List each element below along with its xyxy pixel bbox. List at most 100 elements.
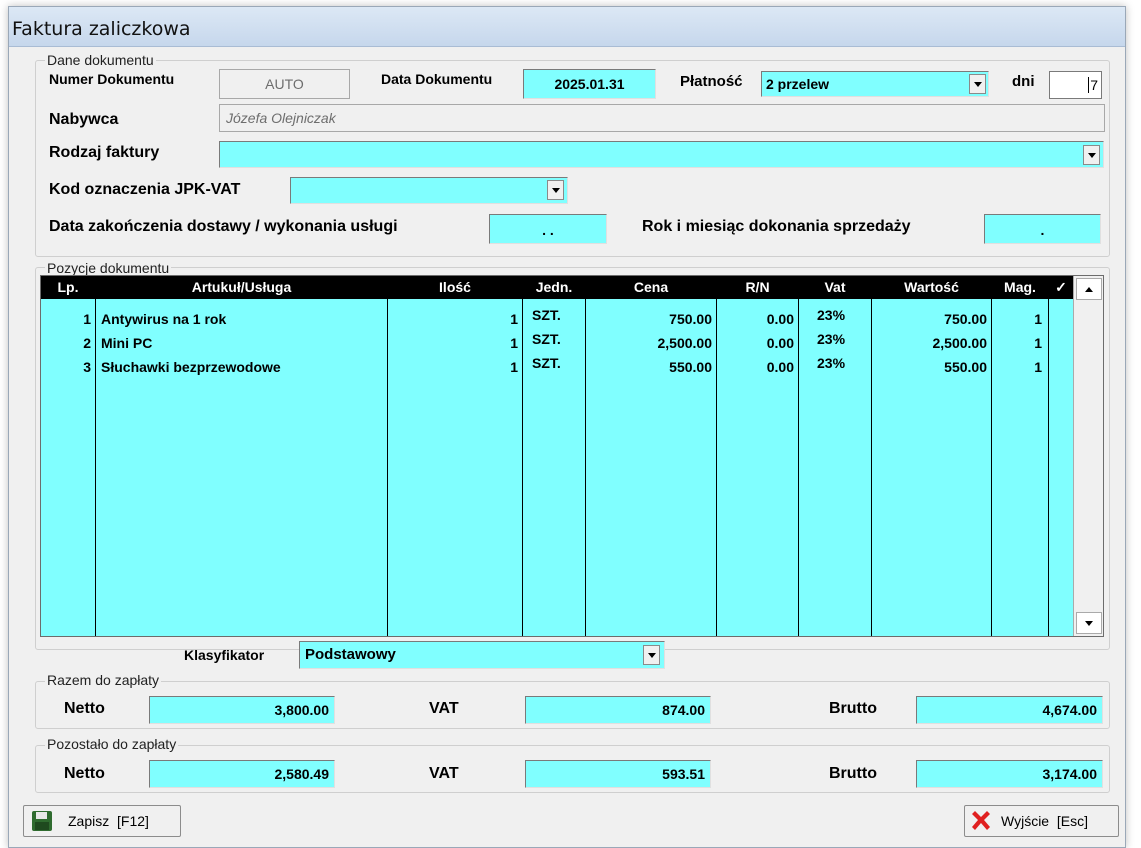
- table-scrollbar[interactable]: [1073, 276, 1103, 636]
- header-jedn[interactable]: Jedn.: [523, 276, 585, 299]
- data-dokumentu-field[interactable]: 2025.01.31: [523, 69, 656, 99]
- row-mag: 1: [1034, 311, 1042, 327]
- klasyfikator-label: Klasyfikator: [184, 647, 265, 663]
- dane-dokumentu-legend: Dane dokumentu: [45, 52, 156, 68]
- chevron-down-icon: [551, 187, 560, 193]
- row-lp: 3: [83, 359, 91, 375]
- klasyfikator-select[interactable]: Podstawowy: [299, 641, 665, 669]
- chevron-up-icon: [1085, 286, 1093, 292]
- positions-table[interactable]: Lp. Artukuł/Usługa Ilość Jedn. Cena R/N …: [40, 275, 1104, 637]
- header-mag-label: Mag.: [1004, 279, 1036, 295]
- row-mag: 1: [1034, 359, 1042, 375]
- header-vat[interactable]: Vat: [799, 276, 871, 299]
- platnosc-label: Płatność: [680, 73, 743, 90]
- header-cena[interactable]: Cena: [586, 276, 716, 299]
- row-artykul: Słuchawki bezprzewodowe: [101, 359, 281, 375]
- row-jedn: SZT.: [532, 307, 561, 323]
- data-zakonczenia-field[interactable]: . .: [489, 214, 607, 244]
- column-divider: [716, 276, 717, 636]
- razem-netto-label: Netto: [64, 700, 105, 717]
- column-divider: [585, 276, 586, 636]
- column-divider: [387, 276, 388, 636]
- row-vat: 23%: [817, 331, 846, 347]
- pozostalo-vat-value: 593.51: [662, 766, 705, 782]
- nabywca-label: Nabywca: [49, 111, 119, 128]
- row-rn: 0.00: [766, 359, 794, 375]
- row-jedn: SZT.: [532, 355, 561, 371]
- header-mag[interactable]: Mag.: [992, 276, 1048, 299]
- scroll-up-button[interactable]: [1076, 278, 1102, 300]
- header-artykul[interactable]: Artukuł/Usługa: [96, 276, 387, 299]
- row-artykul: Antywirus na 1 rok: [101, 311, 227, 327]
- header-ilosc-label: Ilość: [439, 279, 471, 295]
- header-artykul-label: Artukuł/Usługa: [191, 279, 292, 295]
- header-rn[interactable]: R/N: [717, 276, 798, 299]
- row-cena: 750.00: [669, 311, 712, 327]
- pozostalo-legend: Pozostało do zapłaty: [45, 736, 179, 752]
- dni-input[interactable]: 7: [1049, 71, 1102, 99]
- pozostalo-netto-value: 2,580.49: [274, 766, 330, 782]
- header-lp[interactable]: Lp.: [41, 276, 95, 299]
- rok-miesiac-field[interactable]: .: [984, 214, 1101, 244]
- klasyfikator-value: Podstawowy: [305, 646, 396, 663]
- column-divider: [522, 276, 523, 636]
- exit-button-label: Wyjście [Esc]: [1001, 813, 1088, 829]
- platnosc-select[interactable]: 2 przelew: [761, 71, 989, 97]
- rodzaj-faktury-dropdown-button[interactable]: [1083, 145, 1100, 165]
- razem-vat-value: 874.00: [662, 702, 705, 718]
- platnosc-dropdown-button[interactable]: [969, 74, 986, 94]
- rok-miesiac-value: .: [1040, 222, 1045, 238]
- row-ilosc: 1: [510, 359, 518, 375]
- header-jedn-label: Jedn.: [535, 279, 573, 295]
- nabywca-value: Józefa Olejniczak: [226, 110, 336, 126]
- razem-brutto-label: Brutto: [829, 700, 877, 717]
- row-mag: 1: [1034, 335, 1042, 351]
- jpk-vat-dropdown-button[interactable]: [547, 180, 564, 200]
- razem-netto-field: 3,800.00: [149, 696, 335, 724]
- exit-button[interactable]: Wyjście [Esc]: [964, 805, 1119, 837]
- dni-label: dni: [1012, 73, 1035, 90]
- razem-vat-field: 874.00: [525, 696, 711, 724]
- scroll-down-button[interactable]: [1076, 612, 1102, 634]
- row-rn: 0.00: [766, 335, 794, 351]
- rodzaj-faktury-select[interactable]: [219, 141, 1104, 168]
- header-cena-label: Cena: [633, 279, 669, 295]
- pozycje-dokumentu-legend: Pozycje dokumentu: [45, 260, 172, 276]
- row-wartosc: 550.00: [944, 359, 987, 375]
- razem-legend: Razem do zapłaty: [45, 672, 162, 688]
- header-check[interactable]: ✓: [1049, 276, 1073, 299]
- row-wartosc: 2,500.00: [932, 335, 988, 351]
- row-cena: 2,500.00: [657, 335, 713, 351]
- row-jedn: SZT.: [532, 331, 561, 347]
- jpk-vat-select[interactable]: [290, 177, 568, 204]
- dni-value: 7: [1088, 77, 1098, 93]
- data-zakonczenia-value: . .: [542, 222, 554, 238]
- pozostalo-vat-field: 593.51: [525, 760, 711, 788]
- pozostalo-brutto-label: Brutto: [829, 765, 877, 782]
- rodzaj-faktury-label: Rodzaj faktury: [49, 144, 160, 161]
- data-dokumentu-label: Data Dokumentu: [381, 71, 493, 87]
- title-bar: Faktura zaliczkowa: [9, 7, 1125, 47]
- header-check-label: ✓: [1055, 279, 1067, 295]
- column-divider: [1048, 276, 1049, 636]
- data-dokumentu-value: 2025.01.31: [554, 76, 625, 92]
- save-button[interactable]: Zapisz [F12]: [23, 805, 181, 837]
- pozostalo-netto-field: 2,580.49: [149, 760, 335, 788]
- row-lp: 2: [83, 335, 91, 351]
- chevron-down-icon: [1087, 152, 1096, 158]
- rok-miesiac-label: Rok i miesiąc dokonania sprzedaży: [642, 218, 911, 235]
- header-rn-label: R/N: [745, 279, 770, 295]
- window-title: Faktura zaliczkowa: [12, 18, 191, 40]
- razem-netto-value: 3,800.00: [274, 702, 330, 718]
- header-vat-label: Vat: [824, 279, 846, 295]
- razem-brutto-value: 4,674.00: [1042, 702, 1098, 718]
- header-ilosc[interactable]: Ilość: [388, 276, 522, 299]
- platnosc-value: 2 przelew: [766, 76, 830, 92]
- header-wartosc[interactable]: Wartość: [872, 276, 991, 299]
- pozostalo-vat-label: VAT: [429, 765, 459, 782]
- klasyfikator-dropdown-button[interactable]: [643, 645, 660, 665]
- row-rn: 0.00: [766, 311, 794, 327]
- floppy-disk-icon: [32, 811, 52, 831]
- save-button-label: Zapisz [F12]: [68, 813, 149, 829]
- row-artykul: Mini PC: [101, 335, 153, 351]
